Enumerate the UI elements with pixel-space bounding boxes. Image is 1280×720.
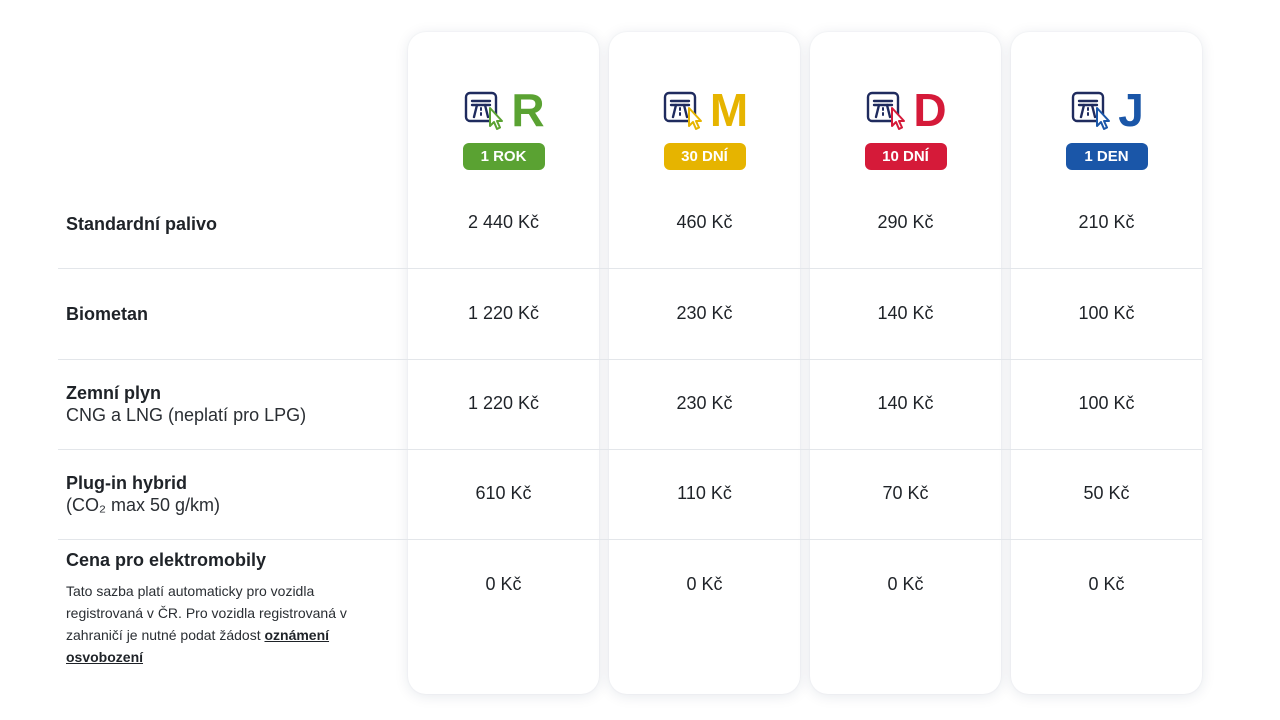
row-label-electric: Cena pro elektromobily Tato sazba platí … [66, 549, 386, 668]
price-plug-in-hybrid-m: 110 Kč [677, 483, 732, 503]
row-divider [58, 539, 1202, 540]
price-standard-fuel-d: 290 Kč [877, 212, 934, 232]
duration-badge: 30 DNÍ [663, 143, 746, 170]
price-natural-gas-m: 230 Kč [676, 393, 733, 413]
pass-letter: R [511, 84, 544, 136]
price-natural-gas-d: 140 Kč [877, 393, 934, 413]
pass-letter: D [913, 84, 946, 136]
highway-vignette-icon [465, 91, 504, 130]
price-biomethane-j: 100 Kč [1078, 303, 1135, 323]
row-label-plug-in-hybrid: Plug-in hybrid (CO₂ max 50 g/km) [66, 472, 220, 516]
price-electric-j: 0 Kč [1088, 574, 1125, 594]
duration-badge: 1 ROK [462, 143, 545, 170]
row-title: Cena pro elektromobily [66, 550, 267, 570]
price-plug-in-hybrid-j: 50 Kč [1083, 483, 1130, 503]
row-divider [58, 449, 1202, 450]
price-electric-d: 0 Kč [887, 574, 924, 594]
row-subtitle: (CO₂ max 50 g/km) [66, 495, 221, 515]
price-natural-gas-j: 100 Kč [1078, 393, 1135, 413]
price-electric-m: 0 Kč [686, 574, 723, 594]
row-divider [58, 268, 1202, 269]
price-biomethane-r: 1 220 Kč [467, 303, 540, 323]
highway-vignette-icon [1072, 91, 1111, 130]
row-label-natural-gas: Zemní plyn CNG a LNG (neplatí pro LPG) [66, 382, 306, 426]
row-title: Biometan [66, 304, 149, 324]
price-biomethane-d: 140 Kč [877, 303, 934, 323]
duration-badge: 1 DEN [1065, 143, 1148, 170]
price-standard-fuel-m: 460 Kč [676, 212, 733, 232]
highway-vignette-icon [867, 91, 906, 130]
price-plug-in-hybrid-r: 610 Kč [475, 483, 532, 503]
price-plug-in-hybrid-d: 70 Kč [882, 483, 929, 503]
price-biomethane-m: 230 Kč [676, 303, 733, 323]
row-title: Plug-in hybrid [66, 473, 187, 493]
price-standard-fuel-j: 210 Kč [1078, 212, 1135, 232]
highway-vignette-icon [663, 91, 702, 130]
pass-letter: J [1118, 84, 1144, 136]
duration-badge: 10 DNÍ [864, 143, 947, 170]
pass-letter: M [709, 84, 748, 136]
price-natural-gas-r: 1 220 Kč [467, 393, 540, 413]
price-electric-r: 0 Kč [485, 574, 522, 594]
row-title: Zemní plyn [66, 383, 162, 403]
row-divider [58, 359, 1202, 360]
electric-note: Tato sazba platí automaticky pro vozidla… [66, 580, 386, 668]
row-subtitle: CNG a LNG (neplatí pro LPG) [66, 405, 307, 425]
price-standard-fuel-r: 2 440 Kč [467, 212, 540, 232]
row-title: Standardní palivo [66, 214, 218, 234]
row-label-standard-fuel: Standardní palivo [66, 213, 217, 235]
row-label-biomethane: Biometan [66, 303, 148, 325]
